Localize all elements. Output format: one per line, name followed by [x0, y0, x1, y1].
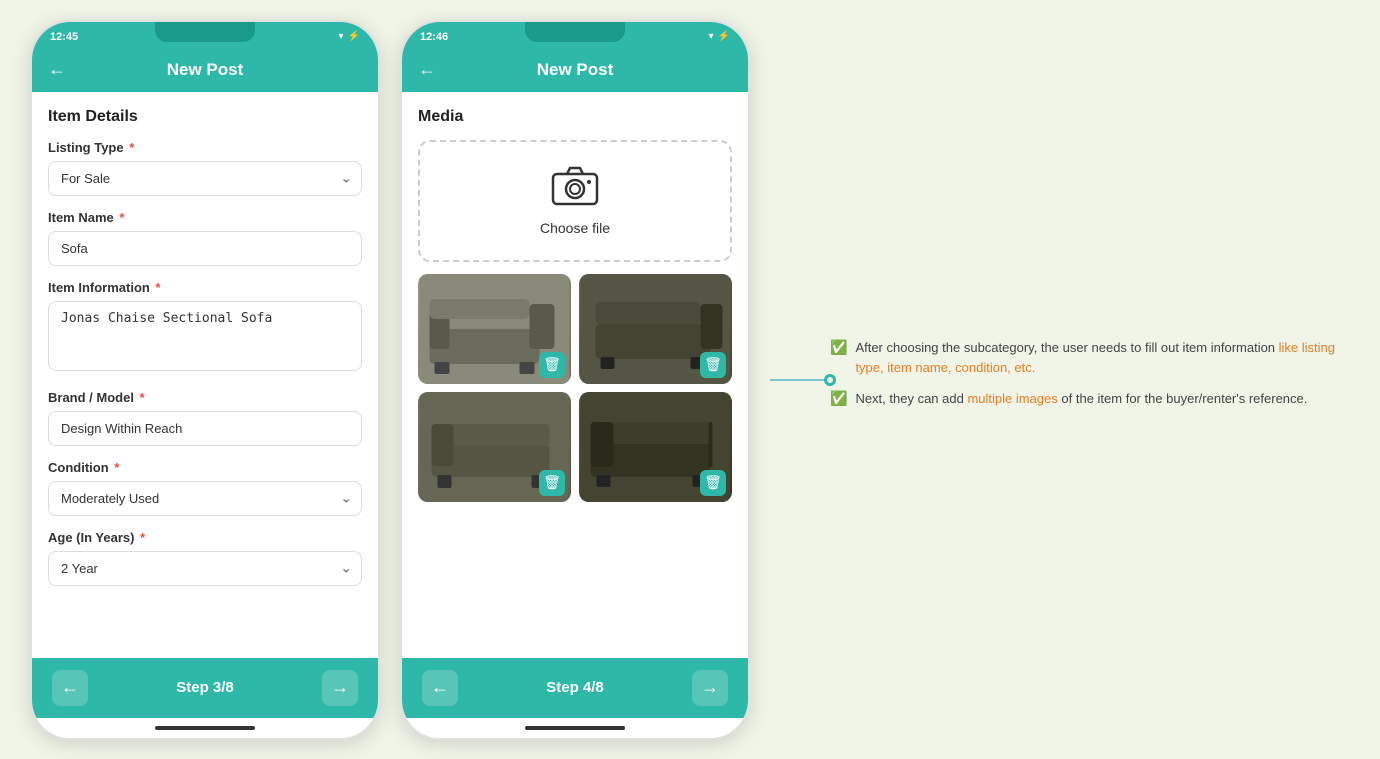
delete-btn-3[interactable]: 🗑	[539, 470, 565, 496]
phone-2-step: Step 4/8	[546, 679, 604, 696]
condition-group: Condition * Like New Gently Used Moderat…	[48, 460, 362, 516]
phone-1-footer: ← Step 3/8 →	[32, 658, 378, 718]
check-icon-2: ✅	[830, 390, 847, 407]
home-indicator-1	[155, 726, 255, 730]
item-name-label: Item Name *	[48, 210, 362, 225]
phone-1-notch: 12:45 ▾ ⚡	[32, 22, 378, 52]
camera-icon	[551, 166, 599, 212]
condition-select[interactable]: Like New Gently Used Moderately Used Hea…	[48, 481, 362, 516]
phone-1-forward-btn[interactable]: →	[322, 670, 358, 706]
phone-1: 12:45 ▾ ⚡ ← New Post Item Details Listin…	[30, 20, 380, 740]
choose-file-label: Choose file	[540, 220, 610, 236]
phone-2-notch: 12:46 ▾ ⚡	[402, 22, 748, 52]
image-grid: 🗑 🗑	[418, 274, 732, 502]
required-star-6: *	[136, 530, 145, 545]
phone-1-time: 12:45	[50, 31, 78, 43]
connector-line	[770, 379, 825, 381]
back-button-2[interactable]: ←	[418, 59, 436, 80]
phones-container: 12:45 ▾ ⚡ ← New Post Item Details Listin…	[30, 20, 1350, 740]
wifi-icon: ▾	[339, 31, 344, 42]
image-cell-2: 🗑	[579, 274, 732, 384]
image-cell-4: 🗑	[579, 392, 732, 502]
section-title-2: Media	[418, 108, 732, 126]
highlight-2: multiple images	[967, 391, 1057, 406]
phone-1-step: Step 3/8	[176, 679, 234, 696]
item-info-label: Item Information *	[48, 280, 362, 295]
annotation-text-2: Next, they can add multiple images of th…	[855, 389, 1307, 409]
image-cell-3: 🗑	[418, 392, 571, 502]
age-label: Age (In Years) *	[48, 530, 362, 545]
notch-pill-2	[525, 22, 625, 42]
required-star-4: *	[136, 390, 145, 405]
home-indicator-2	[525, 726, 625, 730]
listing-type-select[interactable]: For Sale For Rent Free	[48, 161, 362, 196]
required-star-2: *	[116, 210, 125, 225]
phone-1-bottom-bar	[32, 718, 378, 738]
phone-2-bottom-bar	[402, 718, 748, 738]
phone-2: 12:46 ▾ ⚡ ← New Post Media	[400, 20, 750, 740]
annotation-item-2: ✅ Next, they can add multiple images of …	[830, 389, 1350, 409]
battery-icon: ⚡	[348, 31, 360, 42]
age-select-wrapper: 1 Year 2 Year 3 Year 5+ Years ⌄	[48, 551, 362, 586]
back-button-1[interactable]: ←	[48, 59, 66, 80]
wifi-icon-2: ▾	[709, 31, 714, 42]
check-icon-1: ✅	[830, 339, 847, 356]
connector	[770, 374, 836, 386]
image-cell-1: 🗑	[418, 274, 571, 384]
battery-icon-2: ⚡	[718, 31, 730, 42]
condition-label: Condition *	[48, 460, 362, 475]
required-star-5: *	[111, 460, 120, 475]
required-star-1: *	[126, 140, 135, 155]
annotation-text-1: After choosing the subcategory, the user…	[855, 338, 1350, 377]
section-title-1: Item Details	[48, 108, 362, 126]
brand-model-group: Brand / Model *	[48, 390, 362, 446]
condition-select-wrapper: Like New Gently Used Moderately Used Hea…	[48, 481, 362, 516]
notch-pill	[155, 22, 255, 42]
phone-2-footer: ← Step 4/8 →	[402, 658, 748, 718]
item-name-input[interactable]	[48, 231, 362, 266]
phone-1-back-btn[interactable]: ←	[52, 670, 88, 706]
age-select[interactable]: 1 Year 2 Year 3 Year 5+ Years	[48, 551, 362, 586]
highlight-1: like listing type, item name, condition,…	[855, 340, 1335, 375]
connector-dot	[824, 374, 836, 386]
phone-2-header: ← New Post	[402, 52, 748, 92]
brand-model-label: Brand / Model *	[48, 390, 362, 405]
annotation-area: ✅ After choosing the subcategory, the us…	[770, 338, 1350, 421]
phone-2-back-btn[interactable]: ←	[422, 670, 458, 706]
brand-model-input[interactable]	[48, 411, 362, 446]
file-upload-area[interactable]: Choose file	[418, 140, 732, 262]
phone-2-title: New Post	[537, 60, 614, 80]
delete-btn-2[interactable]: 🗑	[700, 352, 726, 378]
phone-2-time: 12:46	[420, 31, 448, 43]
item-info-textarea[interactable]: Jonas Chaise Sectional Sofa	[48, 301, 362, 371]
phone-2-body: Media Choose file	[402, 92, 748, 658]
required-star-3: *	[152, 280, 161, 295]
listing-type-group: Listing Type * For Sale For Rent Free ⌄	[48, 140, 362, 196]
item-info-group: Item Information * Jonas Chaise Sectiona…	[48, 280, 362, 376]
annotation-box: ✅ After choosing the subcategory, the us…	[830, 338, 1350, 409]
annotation-item-1: ✅ After choosing the subcategory, the us…	[830, 338, 1350, 377]
phone-1-body: Item Details Listing Type * For Sale For…	[32, 92, 378, 658]
status-icons: ▾ ⚡	[339, 31, 360, 42]
phone-1-header: ← New Post	[32, 52, 378, 92]
listing-type-label: Listing Type *	[48, 140, 362, 155]
phone-1-title: New Post	[167, 60, 244, 80]
status-icons-2: ▾ ⚡	[709, 31, 730, 42]
delete-btn-4[interactable]: 🗑	[700, 470, 726, 496]
item-name-group: Item Name *	[48, 210, 362, 266]
listing-type-select-wrapper: For Sale For Rent Free ⌄	[48, 161, 362, 196]
phone-2-forward-btn[interactable]: →	[692, 670, 728, 706]
age-group: Age (In Years) * 1 Year 2 Year 3 Year 5+…	[48, 530, 362, 586]
delete-btn-1[interactable]: 🗑	[539, 352, 565, 378]
